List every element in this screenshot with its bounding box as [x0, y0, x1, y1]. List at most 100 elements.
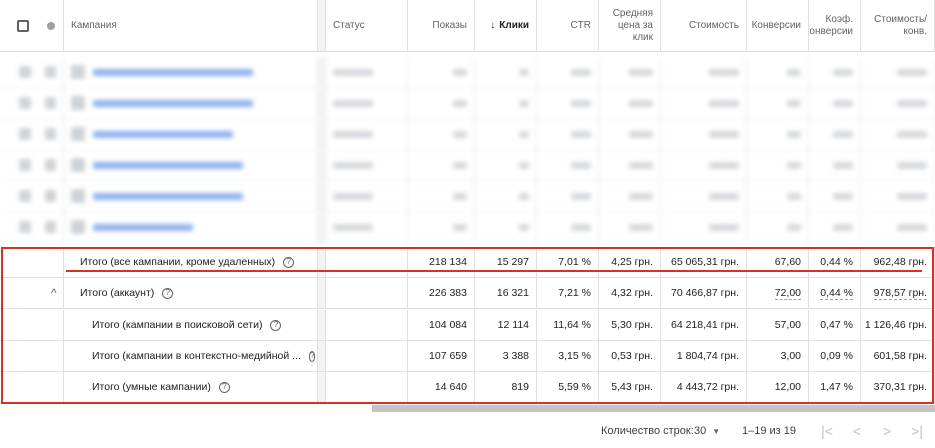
total-conv-rate: 0,09 %	[809, 341, 861, 371]
redacted-cell	[661, 119, 747, 149]
redacted-cell	[537, 119, 599, 149]
total-conversions: 67,60	[747, 247, 809, 277]
redacted-cell	[408, 212, 475, 242]
total-avg-cpc: 0,53 грн.	[599, 341, 661, 371]
redacted-cell	[809, 57, 861, 87]
total-ctr: 11,64 %	[537, 310, 599, 340]
redacted-cell	[408, 181, 475, 211]
col-cost[interactable]: Стоимость	[661, 0, 747, 51]
redacted-cell	[861, 57, 935, 87]
rows-per-page-label: Количество строк:	[601, 425, 694, 437]
dropdown-arrow-icon: ▼	[712, 426, 721, 436]
help-icon[interactable]: ?	[218, 381, 230, 393]
redacted-cell	[599, 88, 661, 118]
table-footer: Количество строк: 30 ▼ 1–19 из 19 |< < >…	[0, 416, 935, 448]
total-ctr: 3,15 %	[537, 341, 599, 371]
redacted-cell	[661, 57, 747, 87]
redacted-cell	[326, 57, 408, 87]
redacted-cell	[747, 150, 809, 180]
total-impressions: 104 084	[408, 310, 475, 340]
redacted-cell	[747, 212, 809, 242]
column-divider	[318, 150, 326, 180]
redacted-cell	[861, 150, 935, 180]
redacted-cell	[599, 212, 661, 242]
col-impressions[interactable]: Показы	[408, 0, 475, 51]
redacted-campaign-name	[64, 150, 318, 180]
redacted-cell	[475, 88, 537, 118]
redacted-cell	[861, 88, 935, 118]
col-conv-rate[interactable]: Коэф. конверсии	[809, 0, 861, 51]
redacted-cell	[475, 57, 537, 87]
redacted-cell	[475, 181, 537, 211]
total-impressions: 107 659	[408, 341, 475, 371]
total-conv-rate: 0,44 %	[809, 278, 861, 308]
redacted-cell	[747, 181, 809, 211]
column-divider	[318, 310, 326, 340]
redacted-select-cell	[0, 88, 64, 118]
total-cost: 64 218,41 грн.	[661, 310, 747, 340]
redacted-cell	[747, 119, 809, 149]
col-ctr[interactable]: CTR	[537, 0, 599, 51]
total-cost: 65 065,31 грн.	[661, 247, 747, 277]
total-status	[326, 372, 408, 402]
total-cost-per-conv: 962,48 грн.	[861, 247, 935, 277]
column-divider	[318, 181, 326, 211]
collapse-chevron-icon[interactable]: ^	[51, 286, 57, 300]
next-page-icon[interactable]: >	[879, 423, 895, 439]
col-conversions[interactable]: Конверсии	[747, 0, 809, 51]
column-divider	[318, 119, 326, 149]
col-avg-cpc[interactable]: Средняя цена за клик	[599, 0, 661, 51]
total-cost-per-conv: 978,57 грн.	[861, 278, 935, 308]
rows-per-page-select[interactable]: 30 ▼	[694, 425, 720, 437]
column-divider	[318, 57, 326, 87]
total-row-expander-cell: ^	[0, 278, 64, 308]
redacted-cell	[537, 150, 599, 180]
col-clicks[interactable]: ↓ Клики	[475, 0, 537, 51]
horizontal-scrollbar[interactable]	[372, 405, 935, 412]
redacted-cell	[809, 119, 861, 149]
redacted-cell	[661, 150, 747, 180]
last-page-icon[interactable]: >|	[909, 423, 925, 439]
redacted-campaign-name	[64, 88, 318, 118]
redacted-cell	[661, 181, 747, 211]
redacted-cell	[809, 181, 861, 211]
redacted-cell	[408, 88, 475, 118]
help-icon[interactable]: ?	[283, 256, 295, 268]
redacted-campaign-row	[0, 119, 935, 150]
col-campaign[interactable]: Кампания	[64, 0, 318, 51]
total-ctr: 7,21 %	[537, 278, 599, 308]
total-cost: 70 466,87 грн.	[661, 278, 747, 308]
redacted-cell	[326, 119, 408, 149]
total-clicks: 15 297	[475, 247, 537, 277]
redacted-campaign-row	[0, 88, 935, 119]
first-page-icon[interactable]: |<	[819, 423, 835, 439]
total-conversions: 72,00	[747, 278, 809, 308]
total-status	[326, 278, 408, 308]
redacted-cell	[408, 150, 475, 180]
redacted-cell	[326, 88, 408, 118]
total-conversions: 57,00	[747, 310, 809, 340]
col-status[interactable]: Статус	[326, 0, 408, 51]
col-cost-per-conv[interactable]: Стоимость/ конв.	[861, 0, 935, 51]
total-avg-cpc: 4,25 грн.	[599, 247, 661, 277]
column-divider-handle[interactable]	[318, 0, 326, 51]
prev-page-icon[interactable]: <	[849, 423, 865, 439]
select-all-checkbox[interactable]	[17, 19, 29, 32]
total-status	[326, 341, 408, 371]
redacted-cell	[861, 212, 935, 242]
total-clicks: 16 321	[475, 278, 537, 308]
help-icon[interactable]: ?	[308, 350, 316, 362]
total-impressions: 226 383	[408, 278, 475, 308]
help-icon[interactable]: ?	[270, 319, 282, 331]
redacted-cell	[809, 88, 861, 118]
total-status	[326, 247, 408, 277]
column-divider	[318, 278, 326, 308]
help-icon[interactable]: ?	[162, 287, 174, 299]
total-row: Итого (кампании в поисковой сети)? 104 08…	[0, 310, 935, 341]
total-row-label: Итого (аккаунт)?	[64, 278, 318, 308]
redacted-cell	[326, 150, 408, 180]
total-row-label: Итого (все кампании, кроме удаленных)?	[64, 247, 318, 277]
total-row-expander-cell	[0, 341, 64, 371]
total-impressions: 14 640	[408, 372, 475, 402]
redacted-cell	[537, 212, 599, 242]
